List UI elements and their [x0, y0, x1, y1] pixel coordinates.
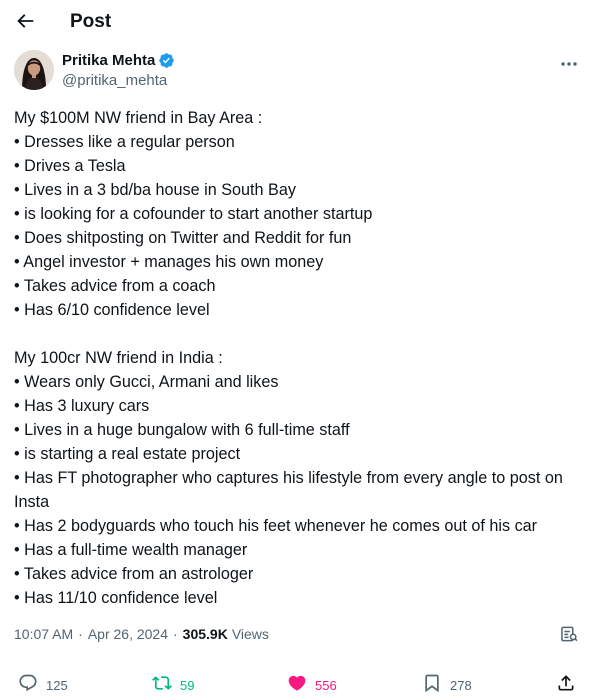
post-date[interactable]: Apr 26, 2024 [88, 626, 168, 642]
tweet-line: • is looking for a cofounder to start an… [14, 205, 373, 223]
tweet-line: • Does shitposting on Twitter and Reddit… [14, 229, 352, 247]
author-name-row: Pritika Mehta [62, 52, 175, 69]
tweet-line: • Lives in a 3 bd/ba house in South Bay [14, 181, 296, 199]
meta-separator: · [173, 626, 178, 642]
tweet-line: • Drives a Tesla [14, 157, 126, 175]
back-arrow-icon[interactable] [14, 10, 36, 32]
author-handle[interactable]: @pritika_mehta [62, 72, 167, 89]
tweet-line: • Dresses like a regular person [14, 133, 235, 151]
tweet-line: • Has 2 bodyguards who touch his feet wh… [14, 517, 538, 535]
tweet-line: • Angel investor + manages his own money [14, 253, 324, 271]
reply-icon [18, 673, 38, 698]
tweet-line: • Wears only Gucci, Armani and likes [14, 373, 279, 391]
reply-count: 125 [46, 677, 68, 693]
action-bar: 125 59 556 278 [0, 672, 597, 698]
tweet-meta: 10:07 AM · Apr 26, 2024 · 305.9K Views [14, 626, 269, 642]
like-button[interactable]: 556 [287, 672, 337, 698]
repost-count: 59 [180, 677, 195, 693]
tweet-line: My $100M NW friend in Bay Area : [14, 109, 263, 127]
tweet-line: My 100cr NW friend in India : [14, 349, 223, 367]
page-title: Post [70, 11, 112, 32]
repost-icon [152, 673, 172, 698]
share-icon [556, 673, 576, 698]
heart-icon [287, 673, 307, 698]
tweet-line: • Takes advice from an astrologer [14, 565, 254, 583]
avatar[interactable] [14, 50, 54, 90]
repost-button[interactable]: 59 [152, 672, 194, 698]
tweet-line: • Has 6/10 confidence level [14, 301, 210, 319]
analytics-icon[interactable] [559, 624, 579, 644]
tweet-line: • is starting a real estate project [14, 445, 241, 463]
post-header: Post [0, 0, 597, 44]
views-count: 305.9K [182, 626, 228, 642]
more-options-icon[interactable] [558, 54, 580, 74]
tweet-line: • Has FT photographer who captures his l… [14, 469, 563, 511]
views-label: Views [231, 626, 269, 642]
author-name[interactable]: Pritika Mehta [62, 52, 155, 69]
tweet-line: • Lives in a huge bungalow with 6 full-t… [14, 421, 350, 439]
tweet-line: • Takes advice from a coach [14, 277, 216, 295]
post-time[interactable]: 10:07 AM [14, 626, 73, 642]
bookmark-button[interactable]: 278 [422, 672, 472, 698]
tweet-line: • Has 11/10 confidence level [14, 589, 218, 607]
tweet-line: • Has 3 luxury cars [14, 397, 150, 415]
tweet-line: • Has a full-time wealth manager [14, 541, 248, 559]
bookmark-count: 278 [450, 677, 472, 693]
author-row: Pritika Mehta @pritika_mehta [14, 50, 584, 92]
like-count: 556 [315, 677, 337, 693]
verified-badge-icon[interactable] [158, 52, 175, 69]
tweet-text: My $100M NW friend in Bay Area : • Dress… [14, 106, 584, 610]
bookmark-icon [422, 673, 442, 698]
reply-button[interactable]: 125 [18, 672, 68, 698]
share-button[interactable] [556, 672, 576, 698]
meta-separator: · [78, 626, 83, 642]
